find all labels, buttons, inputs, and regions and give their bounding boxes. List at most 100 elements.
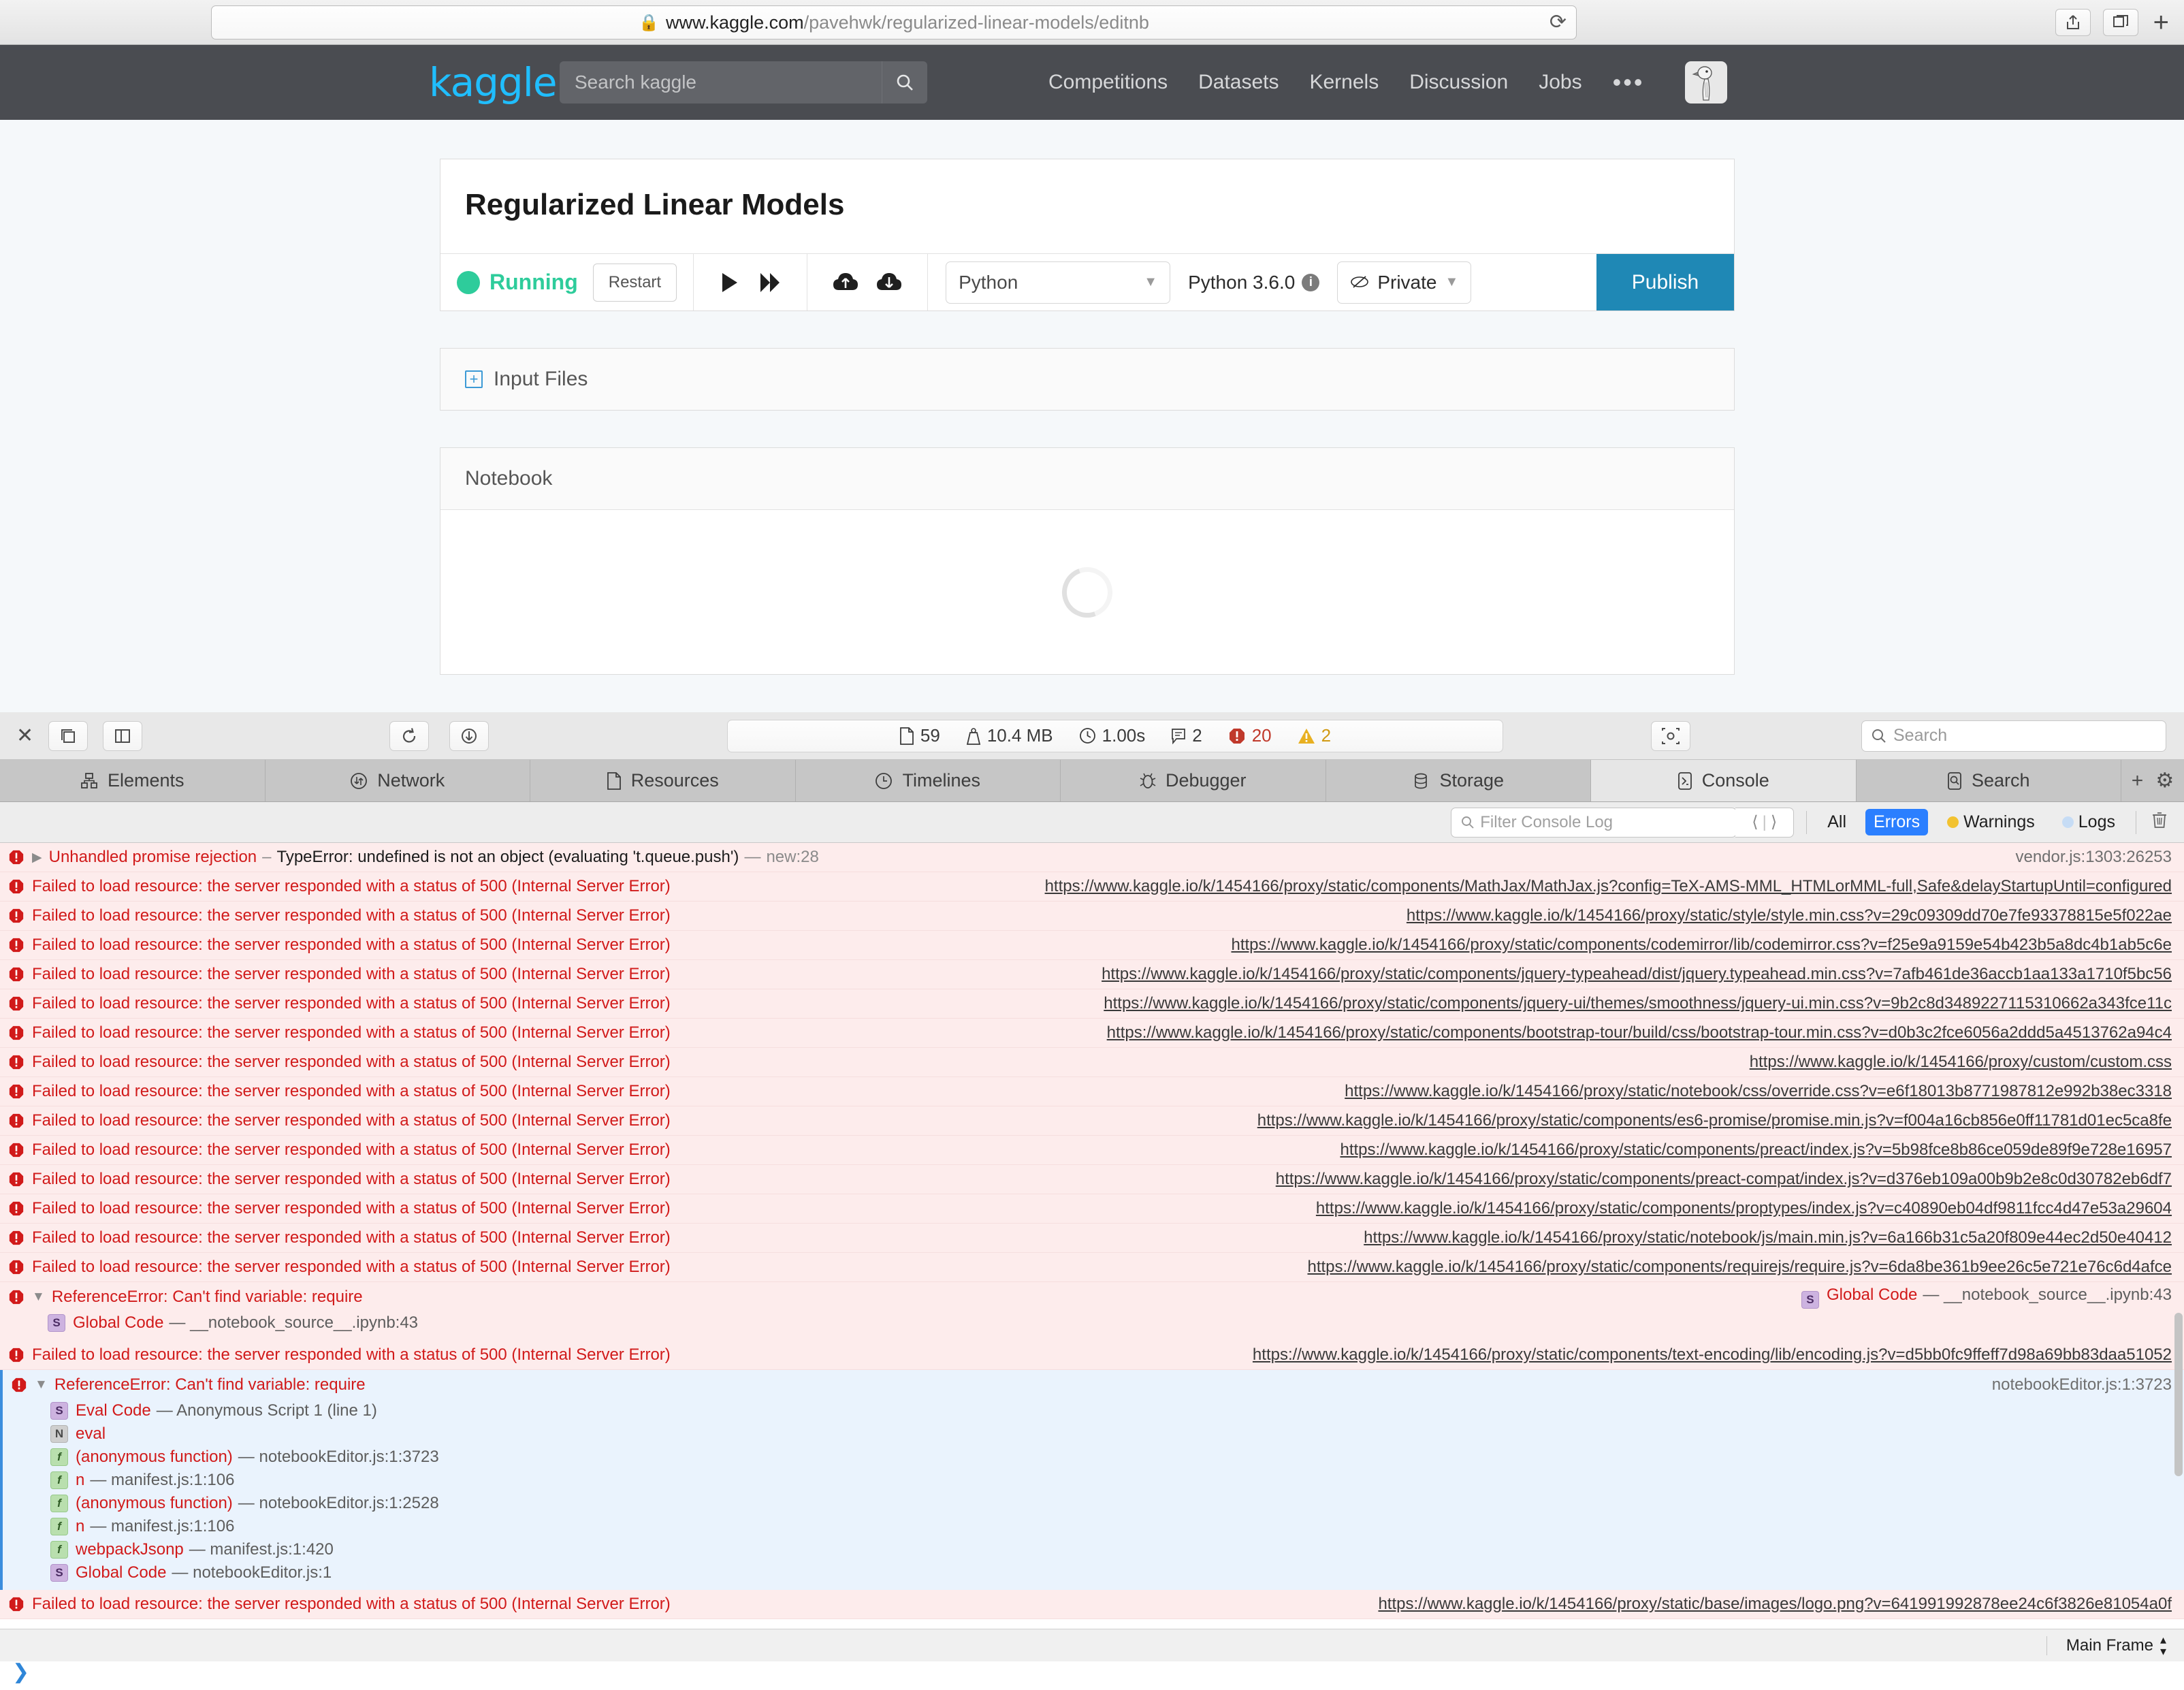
console-row[interactable]: Failed to load resource: the server resp… [0, 931, 2184, 960]
address-bar[interactable]: 🔒 www.kaggle.com/pavehwk/regularized-lin… [211, 5, 1577, 39]
console-resource-link[interactable]: https://www.kaggle.io/k/1454166/proxy/st… [1102, 965, 2172, 984]
console-row[interactable]: Failed to load resource: the server resp… [0, 872, 2184, 902]
console-row-group[interactable]: ▼ ReferenceError: Can't find variable: re… [0, 1282, 2184, 1311]
avatar[interactable] [1685, 61, 1727, 103]
console-filter-nav[interactable]: ⟨ | ⟩ [1735, 807, 1795, 838]
stack-frame[interactable]: S Global Code — notebookEditor.js:1 [11, 1561, 2172, 1584]
console-row[interactable]: Failed to load resource: the server resp… [0, 960, 2184, 989]
console-resource-link[interactable]: https://www.kaggle.io/k/1454166/proxy/st… [1253, 1345, 2172, 1365]
console-resource-link[interactable]: https://www.kaggle.io/k/1454166/proxy/st… [1340, 1141, 2172, 1160]
reload-icon[interactable]: ⟳ [1549, 12, 1567, 33]
dock-window-icon[interactable] [48, 720, 89, 751]
chevron-right-icon[interactable]: ⟩ [1771, 812, 1777, 832]
stack-frame[interactable]: S Eval Code — Anonymous Script 1 (line 1) [11, 1399, 2172, 1422]
console-resource-link[interactable]: https://www.kaggle.io/k/1454166/proxy/st… [1364, 1228, 2172, 1247]
tab-elements[interactable]: Elements [0, 760, 266, 801]
console-log-list[interactable]: ▶ Unhandled promise rejection – TypeError: … [0, 843, 2184, 1653]
play-icon[interactable] [710, 270, 750, 295]
plus-icon[interactable]: + [2132, 769, 2144, 793]
plus-square-icon[interactable]: + [465, 370, 483, 388]
console-resource-link[interactable]: https://www.kaggle.io/k/1454166/proxy/st… [1104, 994, 2172, 1013]
tab-resources[interactable]: Resources [530, 760, 796, 801]
console-row[interactable]: Failed to load resource: the server resp… [0, 1224, 2184, 1253]
close-icon[interactable]: ✕ [16, 724, 33, 748]
input-files-panel[interactable]: + Input Files [440, 348, 1735, 411]
console-resource-link[interactable]: https://www.kaggle.io/k/1454166/proxy/st… [1045, 877, 2172, 896]
cloud-upload-icon[interactable] [824, 271, 867, 294]
restart-button[interactable]: Restart [592, 263, 677, 302]
scope-errors[interactable]: Errors [1865, 809, 1929, 835]
input-files-header[interactable]: + Input Files [440, 349, 1734, 410]
stack-frame[interactable]: f (anonymous function) — notebookEditor.js… [11, 1492, 2172, 1515]
console-resource-link[interactable]: https://www.kaggle.io/k/1454166/proxy/st… [1107, 1023, 2172, 1042]
tab-network[interactable]: Network [266, 760, 530, 801]
fast-forward-icon[interactable] [750, 270, 790, 295]
download-icon[interactable] [449, 720, 489, 751]
nav-overflow-icon[interactable]: ••• [1613, 68, 1645, 97]
stack-frame[interactable]: f (anonymous function) — notebookEditor.js… [11, 1446, 2172, 1469]
language-select[interactable]: Python ▼ [946, 261, 1171, 304]
stack-frame[interactable]: S Global Code — __notebook_source__.ipynb:… [8, 1311, 2172, 1335]
console-row[interactable]: Failed to load resource: the server resp… [0, 1165, 2184, 1194]
disclosure-triangle-icon[interactable]: ▼ [35, 1377, 48, 1392]
crosshair-icon[interactable] [1651, 720, 1690, 751]
console-resource-link[interactable]: https://www.kaggle.io/k/1454166/proxy/st… [1276, 1170, 2172, 1189]
scope-warnings[interactable]: Warnings [1939, 809, 2043, 835]
cloud-download-icon[interactable] [867, 271, 911, 294]
console-resource-link[interactable]: https://www.kaggle.io/k/1454166/proxy/cu… [1750, 1053, 2172, 1072]
console-resource-link[interactable]: https://www.kaggle.io/k/1454166/proxy/st… [1378, 1595, 2172, 1614]
reload-icon[interactable] [389, 720, 429, 751]
console-resource-link[interactable]: https://www.kaggle.io/k/1454166/proxy/st… [1345, 1082, 2172, 1101]
console-scrollbar[interactable] [2174, 1313, 2183, 1476]
console-row-group-selected[interactable]: ▼ ReferenceError: Can't find variable: re… [0, 1370, 2184, 1399]
console-resource-link[interactable]: https://www.kaggle.io/k/1454166/proxy/st… [1407, 906, 2172, 925]
console-resource-link[interactable]: https://www.kaggle.io/k/1454166/proxy/st… [1257, 1111, 2172, 1130]
inspector-search-input[interactable]: Search [1861, 720, 2166, 752]
updown-chevron-icon[interactable]: ▴ ▾ [2160, 1633, 2166, 1657]
console-resource-link[interactable]: https://www.kaggle.io/k/1454166/proxy/st… [1307, 1258, 2172, 1277]
console-row[interactable]: Failed to load resource: the server resp… [0, 1136, 2184, 1165]
disclosure-triangle-icon[interactable]: ▼ [32, 1290, 45, 1305]
gear-icon[interactable]: ⚙ [2155, 769, 2174, 793]
scope-all[interactable]: All [1819, 809, 1854, 835]
console-row[interactable]: Failed to load resource: the server resp… [0, 1253, 2184, 1282]
info-icon[interactable]: i [1302, 273, 1320, 291]
console-row[interactable]: Failed to load resource: the server resp… [0, 1106, 2184, 1136]
console-row[interactable]: Failed to load resource: the server resp… [0, 989, 2184, 1019]
trash-icon[interactable] [2151, 811, 2168, 833]
nav-datasets[interactable]: Datasets [1198, 71, 1279, 94]
share-icon[interactable] [2055, 8, 2091, 36]
search-input-placeholder[interactable]: Search kaggle [560, 71, 882, 93]
stack-frame[interactable]: f n — manifest.js:1:106 [11, 1515, 2172, 1538]
console-row[interactable]: Failed to load resource: the server resp… [0, 1194, 2184, 1224]
kaggle-logo[interactable]: kaggle [429, 59, 558, 106]
console-row[interactable]: Failed to load resource: the server resp… [0, 1590, 2184, 1619]
tab-console[interactable]: Console [1591, 760, 1857, 801]
console-row[interactable]: Failed to load resource: the server resp… [0, 1048, 2184, 1077]
publish-button[interactable]: Publish [1596, 254, 1734, 310]
split-panel-icon[interactable] [103, 720, 143, 751]
tab-storage[interactable]: Storage [1326, 760, 1591, 801]
console-row[interactable]: Failed to load resource: the server resp… [0, 1019, 2184, 1048]
console-row[interactable]: ▶ Unhandled promise rejection – TypeError: … [0, 843, 2184, 872]
tabs-icon[interactable] [2102, 8, 2138, 36]
stack-frame[interactable]: f n — manifest.js:1:106 [11, 1469, 2172, 1492]
tab-timelines[interactable]: Timelines [796, 760, 1061, 801]
console-row[interactable]: Failed to load resource: the server resp… [0, 1341, 2184, 1370]
console-resource-link[interactable]: https://www.kaggle.io/k/1454166/proxy/st… [1231, 936, 2172, 955]
console-resource-link[interactable]: https://www.kaggle.io/k/1454166/proxy/st… [1316, 1199, 2172, 1218]
status-frame-label[interactable]: Main Frame [2066, 1636, 2153, 1655]
disclosure-triangle-icon[interactable]: ▶ [32, 850, 42, 865]
nav-discussion[interactable]: Discussion [1409, 71, 1508, 94]
privacy-select[interactable]: Private ▼ [1337, 261, 1472, 304]
nav-competitions[interactable]: Competitions [1048, 71, 1168, 94]
tab-debugger[interactable]: Debugger [1061, 760, 1326, 801]
stack-frame[interactable]: f webpackJsonp — manifest.js:1:420 [11, 1538, 2172, 1561]
nav-kernels[interactable]: Kernels [1309, 71, 1379, 94]
console-filter-input[interactable]: Filter Console Log [1451, 807, 1737, 838]
kaggle-search-box[interactable]: Search kaggle [560, 61, 927, 103]
stack-frame[interactable]: Neval [11, 1422, 2172, 1446]
chevron-left-icon[interactable]: ⟨ [1752, 812, 1758, 832]
new-tab-icon[interactable]: + [2151, 9, 2172, 36]
scope-logs[interactable]: Logs [2054, 809, 2123, 835]
